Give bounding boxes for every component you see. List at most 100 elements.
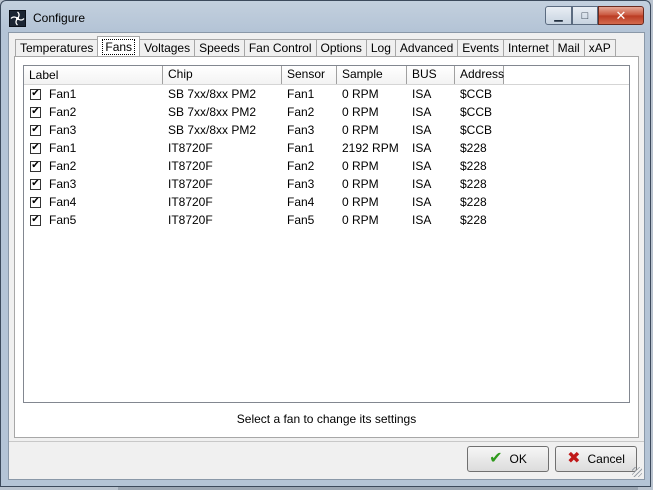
fan-address: $CCB xyxy=(460,87,493,101)
fan-sample: 0 RPM xyxy=(342,105,379,119)
fan-chip: IT8720F xyxy=(168,159,213,173)
fan-enabled-checkbox[interactable]: ✔ xyxy=(30,106,41,118)
tab-xap[interactable]: xAP xyxy=(583,39,616,56)
fan-label: Fan3 xyxy=(49,123,77,137)
speedfan-icon[interactable] xyxy=(9,10,26,27)
maximize-button[interactable]: □ xyxy=(572,6,598,25)
fan-list-header: Label Chip Sensor Sample BUS Address xyxy=(24,66,629,85)
fan-sample: 0 RPM xyxy=(342,195,379,209)
fan-sample: 0 RPM xyxy=(342,87,379,101)
fan-sample: 0 RPM xyxy=(342,159,379,173)
tab-strip: Temperatures Fans Voltages Speeds Fan Co… xyxy=(15,36,616,56)
fan-address: $228 xyxy=(460,177,487,191)
fan-address: $228 xyxy=(460,195,487,209)
fan-enabled-checkbox[interactable]: ✔ xyxy=(30,214,41,226)
fan-enabled-checkbox[interactable]: ✔ xyxy=(30,196,41,208)
column-header-address[interactable]: Address xyxy=(455,66,504,84)
fan-bus: ISA xyxy=(412,105,432,119)
fan-bus: ISA xyxy=(412,159,432,173)
configure-window: Configure ▁ □ ✕ Temperatures Fans Voltag… xyxy=(0,0,651,487)
fan-enabled-checkbox[interactable]: ✔ xyxy=(30,178,41,190)
tab-speeds[interactable]: Speeds xyxy=(194,39,245,56)
column-header-sensor[interactable]: Sensor xyxy=(282,66,337,84)
fan-enabled-checkbox[interactable]: ✔ xyxy=(30,88,41,100)
fan-chip: SB 7xx/8xx PM2 xyxy=(168,87,257,101)
table-row[interactable]: ✔ Fan2 SB 7xx/8xx PM2 Fan2 0 RPM ISA $CCB xyxy=(24,103,629,121)
table-row[interactable]: ✔ Fan1 SB 7xx/8xx PM2 Fan1 0 RPM ISA $CCB xyxy=(24,85,629,103)
fan-sensor: Fan5 xyxy=(287,213,315,227)
fan-bus: ISA xyxy=(412,195,432,209)
fan-sample: 0 RPM xyxy=(342,177,379,191)
tab-fans[interactable]: Fans xyxy=(97,36,141,56)
fan-sensor: Fan1 xyxy=(287,141,315,155)
fan-enabled-checkbox[interactable]: ✔ xyxy=(30,124,41,136)
fan-bus: ISA xyxy=(412,141,432,155)
fan-sensor: Fan2 xyxy=(287,159,315,173)
table-row[interactable]: ✔ Fan1 IT8720F Fan1 2192 RPM ISA $228 xyxy=(24,139,629,157)
close-button[interactable]: ✕ xyxy=(598,6,644,25)
checkmark-icon: ✔ xyxy=(489,450,503,467)
fan-chip: SB 7xx/8xx PM2 xyxy=(168,105,257,119)
fan-address: $228 xyxy=(460,213,487,227)
cancel-button[interactable]: ✖ Cancel xyxy=(555,446,637,472)
fan-address: $228 xyxy=(460,141,487,155)
fan-chip: IT8720F xyxy=(168,213,213,227)
fan-label: Fan2 xyxy=(49,105,77,119)
maximize-icon: □ xyxy=(581,9,589,22)
fan-address: $CCB xyxy=(460,123,493,137)
column-header-bus[interactable]: BUS xyxy=(407,66,455,84)
dialog-client-area: Temperatures Fans Voltages Speeds Fan Co… xyxy=(8,32,645,480)
fan-sample: 0 RPM xyxy=(342,123,379,137)
tab-advanced[interactable]: Advanced xyxy=(394,39,459,56)
column-header-chip[interactable]: Chip xyxy=(163,66,282,84)
fan-bus: ISA xyxy=(412,87,432,101)
fan-label: Fan1 xyxy=(49,87,77,101)
resize-grip[interactable] xyxy=(632,467,642,477)
table-row[interactable]: ✔ Fan3 SB 7xx/8xx PM2 Fan3 0 RPM ISA $CCB xyxy=(24,121,629,139)
fan-sensor: Fan2 xyxy=(287,105,315,119)
tab-fan-control[interactable]: Fan Control xyxy=(243,39,317,56)
fan-sensor: Fan3 xyxy=(287,177,315,191)
fan-bus: ISA xyxy=(412,123,432,137)
fan-enabled-checkbox[interactable]: ✔ xyxy=(30,160,41,172)
fan-label: Fan1 xyxy=(49,141,77,155)
tab-options[interactable]: Options xyxy=(315,39,367,56)
minimize-button[interactable]: ▁ xyxy=(545,6,572,25)
fan-chip: IT8720F xyxy=(168,177,213,191)
window-title: Configure xyxy=(33,11,86,25)
fan-sensor: Fan3 xyxy=(287,123,315,137)
title-bar[interactable]: Configure ▁ □ ✕ xyxy=(1,1,650,33)
tab-temperatures[interactable]: Temperatures xyxy=(15,39,99,56)
tab-internet[interactable]: Internet xyxy=(502,39,554,56)
tab-mail[interactable]: Mail xyxy=(552,39,585,56)
fans-tab-panel: Label Chip Sensor Sample BUS Address ✔ Fa… xyxy=(14,56,639,438)
fan-bus: ISA xyxy=(412,177,432,191)
tab-log[interactable]: Log xyxy=(365,39,396,56)
ok-button[interactable]: ✔ OK xyxy=(467,446,549,472)
ok-button-label: OK xyxy=(509,452,527,466)
table-row[interactable]: ✔ Fan2 IT8720F Fan2 0 RPM ISA $228 xyxy=(24,157,629,175)
fan-bus: ISA xyxy=(412,213,432,227)
status-text: Select a fan to change its settings xyxy=(236,412,417,426)
fan-sample: 2192 RPM xyxy=(342,141,399,155)
fan-enabled-checkbox[interactable]: ✔ xyxy=(30,142,41,154)
tab-voltages[interactable]: Voltages xyxy=(139,39,196,56)
table-row[interactable]: ✔ Fan5 IT8720F Fan5 0 RPM ISA $228 xyxy=(24,211,629,229)
fan-list[interactable]: Label Chip Sensor Sample BUS Address ✔ Fa… xyxy=(23,65,630,403)
table-row[interactable]: ✔ Fan3 IT8720F Fan3 0 RPM ISA $228 xyxy=(24,175,629,193)
fan-address: $CCB xyxy=(460,105,493,119)
fan-label: Fan2 xyxy=(49,159,77,173)
tab-events[interactable]: Events xyxy=(457,39,504,56)
fan-label: Fan4 xyxy=(49,195,77,209)
fan-sensor: Fan1 xyxy=(287,87,315,101)
column-header-label[interactable]: Label xyxy=(24,66,163,84)
table-row[interactable]: ✔ Fan4 IT8720F Fan4 0 RPM ISA $228 xyxy=(24,193,629,211)
button-separator xyxy=(9,441,644,442)
fan-chip: SB 7xx/8xx PM2 xyxy=(168,123,257,137)
column-header-sample[interactable]: Sample xyxy=(337,66,407,84)
fan-label: Fan3 xyxy=(49,177,77,191)
x-icon: ✖ xyxy=(567,450,581,467)
cancel-button-label: Cancel xyxy=(587,452,625,466)
fan-sample: 0 RPM xyxy=(342,213,379,227)
fan-sensor: Fan4 xyxy=(287,195,315,209)
